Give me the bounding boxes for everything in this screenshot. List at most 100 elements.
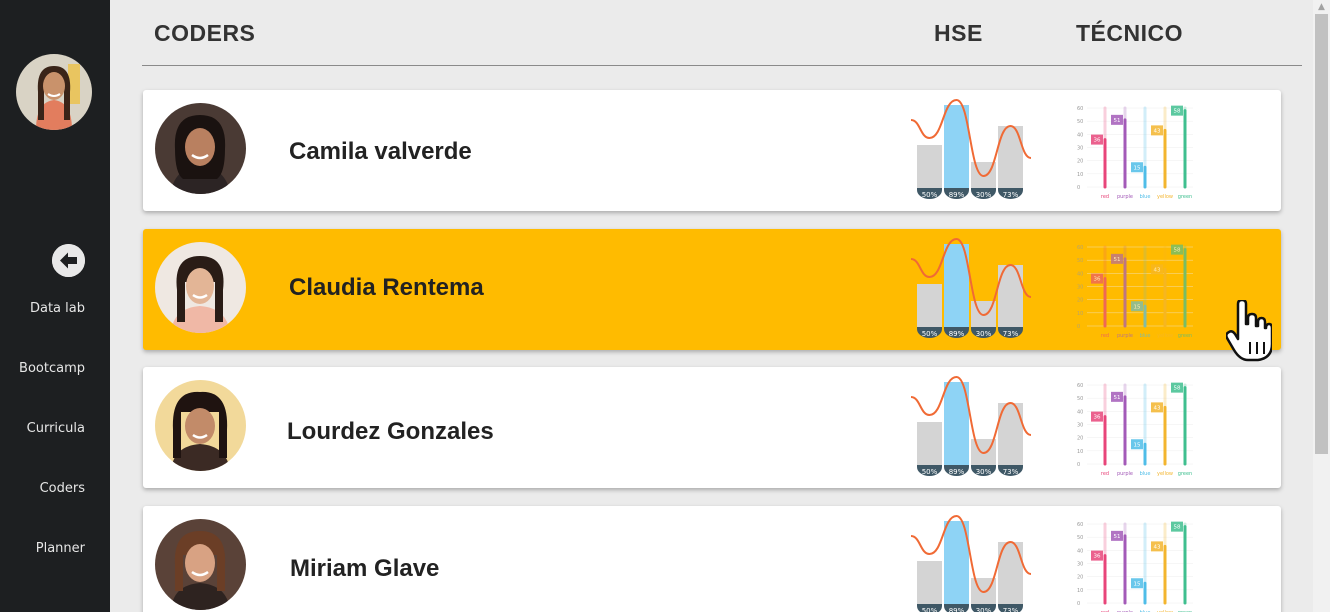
hse-bar-label: 30%	[976, 607, 992, 612]
hse-chart: 50% 89% 30% 73%	[910, 237, 1032, 338]
tech-y-tick: 60	[1077, 383, 1083, 389]
tecnico-chart: 605040302010036red51purple15blue43yellow…	[1077, 382, 1193, 477]
hse-bar-label: 73%	[1003, 607, 1019, 612]
tech-y-tick: 20	[1077, 436, 1083, 442]
tech-value-label: 58	[1174, 386, 1181, 392]
tech-value-label: 36	[1094, 277, 1101, 283]
tech-y-tick: 0	[1077, 462, 1080, 468]
user-avatar[interactable]	[16, 54, 92, 130]
tech-y-tick: 10	[1077, 172, 1083, 178]
tech-y-tick: 20	[1077, 575, 1083, 581]
tech-value-label: 15	[1134, 165, 1141, 171]
tech-y-tick: 40	[1077, 132, 1083, 138]
hse-bar-label: 89%	[949, 191, 965, 199]
tech-y-tick: 60	[1077, 106, 1083, 112]
hse-chart: 50% 89% 30% 73%	[910, 514, 1032, 612]
tech-category-label: red	[1101, 471, 1109, 477]
tech-category-label: red	[1101, 333, 1109, 339]
tech-category-label: green	[1178, 333, 1192, 339]
tech-y-tick: 10	[1077, 588, 1083, 594]
tech-y-tick: 50	[1077, 535, 1083, 541]
hse-bar-label: 30%	[976, 191, 992, 199]
coder-name: Lourdez Gonzales	[287, 418, 494, 445]
tech-value-label: 51	[1114, 118, 1121, 124]
tech-value-label: 43	[1154, 405, 1161, 411]
hse-bar-label: 50%	[922, 607, 938, 612]
tech-y-tick: 30	[1077, 562, 1083, 568]
hse-bar-label: 30%	[976, 330, 992, 338]
tech-category-label: yellow	[1157, 333, 1173, 339]
hse-bar-label: 30%	[976, 468, 992, 476]
tech-y-tick: 10	[1077, 449, 1083, 455]
tech-category-label: yellow	[1157, 194, 1173, 200]
tech-category-label: purple	[1117, 471, 1133, 477]
hse-column-header: HSE	[934, 20, 983, 46]
tech-category-label: purple	[1117, 194, 1133, 200]
tech-y-tick: 60	[1077, 522, 1083, 528]
hse-bar	[917, 284, 942, 327]
tecnico-chart: 605040302010036red51purple15blue43yellow…	[1077, 521, 1193, 612]
tech-value-label: 43	[1154, 267, 1161, 273]
tech-value-label: 58	[1174, 109, 1181, 115]
hse-bar-label: 50%	[922, 191, 938, 199]
hse-bar-label: 89%	[949, 330, 965, 338]
tecnico-column-header: TÉCNICO	[1076, 20, 1183, 46]
tech-value-label: 15	[1134, 442, 1141, 448]
tech-y-tick: 0	[1077, 324, 1080, 330]
tech-y-tick: 60	[1077, 245, 1083, 251]
coder-name: Camila valverde	[289, 138, 472, 165]
tech-value-label: 43	[1154, 544, 1161, 550]
hse-chart: 50% 89% 30% 73%	[910, 98, 1032, 199]
tech-value-label: 15	[1134, 304, 1141, 310]
tech-value-label: 51	[1114, 257, 1121, 263]
tech-value-label: 51	[1114, 395, 1121, 401]
tech-value-label: 36	[1094, 554, 1101, 560]
tech-y-tick: 0	[1077, 601, 1080, 607]
coder-card-active[interactable]: Claudia Rentema 50% 89% 30% 73% 60 50 40 30 20 1…	[143, 229, 1281, 350]
hse-bar-label: 73%	[1003, 468, 1019, 476]
tech-value-label: 43	[1154, 128, 1161, 134]
coder-card[interactable]: Camila valverde 50% 89% 30% 73% 60 50 40 30 20 1…	[143, 90, 1281, 211]
coder-avatar	[155, 519, 246, 610]
nav-coders[interactable]: Coders	[40, 481, 85, 496]
tech-y-tick: 20	[1077, 159, 1083, 165]
tech-y-tick: 40	[1077, 271, 1083, 277]
tech-category-label: green	[1178, 194, 1192, 200]
nav-curricula[interactable]: Curricula	[27, 421, 85, 436]
tech-y-tick: 20	[1077, 298, 1083, 304]
nav-bootcamp[interactable]: Bootcamp	[19, 361, 85, 376]
coder-card[interactable]: Lourdez Gonzales 50% 89% 30% 73% 60 50 40 30 20…	[143, 367, 1281, 488]
nav-data-lab[interactable]: Data lab	[30, 301, 85, 316]
back-button[interactable]	[52, 244, 85, 277]
tech-category-label: purple	[1117, 333, 1133, 339]
arrow-left-icon	[52, 244, 85, 277]
nav-planner[interactable]: Planner	[36, 541, 85, 556]
coder-card[interactable]: Miriam Glave 50% 89% 30% 73% 60 50 40 30 20 10 0 3…	[143, 506, 1281, 612]
hse-bar	[917, 561, 942, 604]
hse-bar-label: 89%	[949, 607, 965, 612]
coders-column-header: CODERS	[154, 20, 256, 46]
scroll-up-icon[interactable]: ▲	[1313, 0, 1330, 14]
coder-name: Claudia Rentema	[289, 274, 484, 301]
coder-name: Miriam Glave	[290, 555, 440, 582]
tech-value-label: 58	[1174, 248, 1181, 254]
tech-category-label: blue	[1140, 194, 1151, 200]
vertical-scrollbar[interactable]: ▲	[1313, 0, 1330, 612]
scrollbar-thumb[interactable]	[1315, 14, 1328, 454]
tech-value-label: 51	[1114, 534, 1121, 540]
tech-y-tick: 50	[1077, 119, 1083, 125]
tech-value-label: 36	[1094, 415, 1101, 421]
tech-category-label: red	[1101, 194, 1109, 200]
tech-category-label: blue	[1140, 333, 1151, 339]
hse-bar-label: 50%	[922, 468, 938, 476]
hse-bar-label: 89%	[949, 468, 965, 476]
hse-bar-label: 50%	[922, 330, 938, 338]
hand-cursor-icon	[1226, 300, 1272, 362]
tech-category-label: blue	[1140, 471, 1151, 477]
tecnico-chart: 605040302010036red51purple15blue43yellow…	[1077, 244, 1193, 339]
tech-y-tick: 40	[1077, 409, 1083, 415]
tech-y-tick: 40	[1077, 548, 1083, 554]
tech-y-tick: 50	[1077, 258, 1083, 264]
tecnico-chart: 605040302010036red51purple15blue43yellow…	[1077, 105, 1193, 200]
table-header: CODERS HSE TÉCNICO	[142, 0, 1302, 66]
